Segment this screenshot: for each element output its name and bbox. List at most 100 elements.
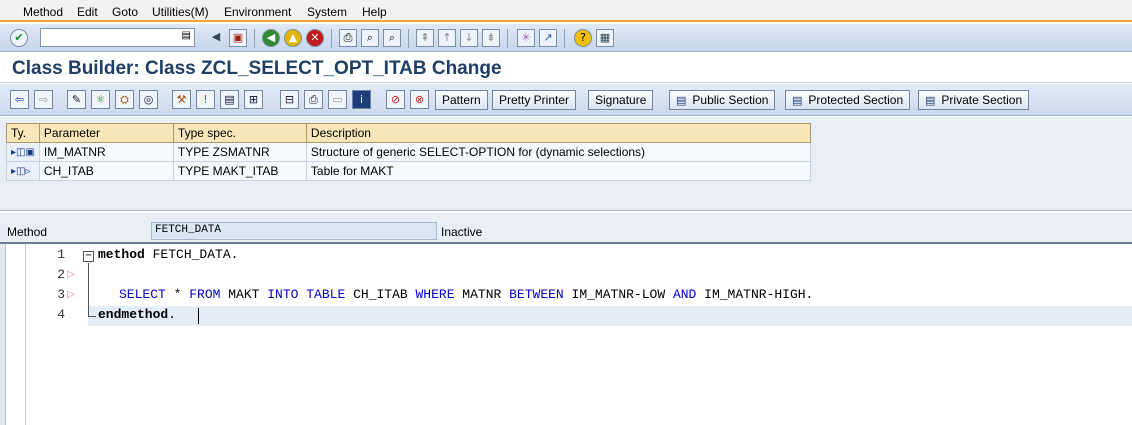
pretty-printer-button[interactable]: Pretty Printer — [492, 90, 577, 110]
shortcut-icon[interactable]: ↗ — [539, 29, 557, 47]
print-list-icon[interactable]: ⎙ — [304, 90, 323, 109]
line-number: 1 — [57, 247, 65, 262]
other-object-icon[interactable]: ⛭ — [115, 90, 134, 109]
parameter-table: Ty. Parameter Type spec. Description ▸◫▣… — [6, 123, 811, 181]
fold-line — [88, 263, 89, 317]
method-strip: Method FETCH_DATA Inactive — [0, 212, 1132, 242]
code-editor[interactable]: 1 2 3 4 ▷ ▷ − method FETCH_DATA. SELECT … — [0, 242, 1132, 425]
check-icon[interactable]: ◎ — [139, 90, 158, 109]
column-header-parameter[interactable]: Parameter — [38, 123, 174, 143]
first-page-icon[interactable]: ⇞ — [416, 29, 434, 47]
section-icon: ▤ — [925, 94, 936, 107]
code-text: MATNR — [454, 287, 510, 302]
method-name-field: FETCH_DATA — [151, 222, 437, 240]
current-line-highlight — [88, 306, 1132, 326]
keyword: WHERE — [415, 287, 455, 302]
toolbar-separator — [564, 29, 565, 48]
code-text: IM_MATNR-LOW — [563, 287, 673, 302]
change-marker-icon: ▷ — [67, 269, 75, 280]
private-section-label: Private Section — [941, 93, 1023, 107]
toolbar-separator — [331, 29, 332, 48]
standard-toolbar: ✔ ▤ ◀ ▣ ◀ ▲ ✕ ⎙ ⌕ ⌕ ⇞ ↑ ↓ ⇟ ✳ ↗ ? ▦ — [0, 24, 1132, 52]
new-session-icon[interactable]: ✳ — [517, 29, 535, 47]
parameter-name[interactable]: IM_MATNR — [38, 142, 174, 162]
column-header-type[interactable]: Ty. — [6, 123, 40, 143]
code-line-4[interactable]: endmethod. — [98, 307, 176, 322]
print-icon[interactable]: ⎙ — [339, 29, 357, 47]
cancel-icon[interactable]: ✕ — [306, 29, 324, 47]
find-next-icon[interactable]: ⌕ — [383, 29, 401, 47]
forward-arrow-icon[interactable]: ⇨ — [34, 90, 53, 109]
text-cursor — [198, 308, 199, 324]
where-used-icon[interactable]: ! — [196, 90, 215, 109]
pattern-button[interactable]: Pattern — [435, 90, 488, 110]
menu-bar: Method Edit Goto Utilities(M) Environmen… — [0, 0, 1132, 22]
method-label: Method — [7, 225, 48, 239]
active-inactive-icon[interactable]: ⚛ — [91, 90, 110, 109]
change-marker-icon: ▷ — [67, 289, 75, 300]
parameter-type-spec[interactable]: TYPE MAKT_ITAB — [172, 161, 307, 181]
menu-system[interactable]: System — [307, 5, 347, 19]
section-icon: ▤ — [792, 94, 803, 107]
code-line-1[interactable]: method FETCH_DATA. — [98, 247, 238, 262]
hierarchy-icon[interactable]: ⊟ — [280, 90, 299, 109]
importing-icon[interactable]: ▸◫▣ — [6, 142, 40, 162]
disabled-icon[interactable]: ▭ — [328, 90, 347, 109]
menu-environment[interactable]: Environment — [224, 5, 291, 19]
back-icon[interactable]: ◀ — [262, 29, 280, 47]
public-section-label: Public Section — [692, 93, 769, 107]
table-row[interactable]: ▸◫▹ CH_ITAB TYPE MAKT_ITAB Table for MAK… — [6, 161, 811, 181]
layout-menu-icon[interactable]: ▦ — [596, 29, 614, 47]
column-header-type-spec[interactable]: Type spec. — [172, 123, 307, 143]
activation-status: Inactive — [441, 225, 483, 239]
enter-icon[interactable]: ✔ — [10, 29, 28, 47]
menu-utilities[interactable]: Utilities(M) — [152, 5, 209, 19]
changing-icon[interactable]: ▸◫▹ — [6, 161, 40, 181]
section-icon: ▤ — [676, 94, 687, 107]
help-icon[interactable]: ? — [574, 29, 592, 47]
triangle-left-icon[interactable]: ◀ — [207, 29, 225, 47]
signature-button[interactable]: Signature — [588, 90, 654, 110]
keyword: method — [98, 247, 145, 262]
last-page-icon[interactable]: ⇟ — [482, 29, 500, 47]
object-list-icon[interactable]: ▤ — [220, 90, 239, 109]
public-section-button[interactable]: ▤ Public Section — [669, 90, 776, 110]
code-text: FETCH_DATA. — [144, 247, 239, 262]
navigation-window-icon[interactable]: ⊞ — [244, 90, 263, 109]
column-header-description[interactable]: Description — [305, 123, 811, 143]
keyword: SELECT — [119, 287, 166, 302]
command-field[interactable]: ▤ — [40, 28, 195, 47]
parameter-type-spec[interactable]: TYPE ZSMATNR — [172, 142, 307, 162]
activate-icon[interactable]: ⚒ — [172, 90, 191, 109]
find-icon[interactable]: ⌕ — [361, 29, 379, 47]
menu-help[interactable]: Help — [362, 5, 387, 19]
exit-icon[interactable]: ▲ — [284, 29, 302, 47]
code-line-3[interactable]: SELECT * FROM MAKT INTO TABLE CH_ITAB WH… — [119, 287, 813, 302]
parameter-area: Ty. Parameter Type spec. Description ▸◫▣… — [0, 117, 1132, 211]
toolbar-separator — [408, 29, 409, 48]
external-breakpoint-icon[interactable]: ⊗ — [410, 90, 429, 109]
keyword: INTO TABLE — [267, 287, 346, 302]
previous-page-icon[interactable]: ↑ — [438, 29, 456, 47]
line-number: 2 — [57, 267, 65, 282]
next-page-icon[interactable]: ↓ — [460, 29, 478, 47]
breakpoint-icon[interactable]: ⊘ — [386, 90, 405, 109]
fold-toggle-icon[interactable]: − — [83, 251, 94, 262]
menu-edit[interactable]: Edit — [77, 5, 98, 19]
menu-method[interactable]: Method — [23, 5, 63, 19]
command-history-icon[interactable]: ▤ — [182, 30, 191, 42]
toolbar-separator — [254, 29, 255, 48]
table-row[interactable]: ▸◫▣ IM_MATNR TYPE ZSMATNR Structure of g… — [6, 142, 811, 162]
parameter-description[interactable]: Table for MAKT — [305, 161, 811, 181]
back-arrow-icon[interactable]: ⇦ — [10, 90, 29, 109]
info-icon[interactable]: i — [352, 90, 371, 109]
line-number: 4 — [57, 307, 65, 322]
protected-section-button[interactable]: ▤ Protected Section — [785, 90, 911, 110]
parameter-name[interactable]: CH_ITAB — [38, 161, 174, 181]
private-section-button[interactable]: ▤ Private Section — [918, 90, 1030, 110]
save-icon[interactable]: ▣ — [229, 29, 247, 47]
display-change-icon[interactable]: ✎ — [67, 90, 86, 109]
menu-goto[interactable]: Goto — [112, 5, 138, 19]
code-text: CH_ITAB — [345, 287, 416, 302]
parameter-description[interactable]: Structure of generic SELECT-OPTION for (… — [305, 142, 811, 162]
